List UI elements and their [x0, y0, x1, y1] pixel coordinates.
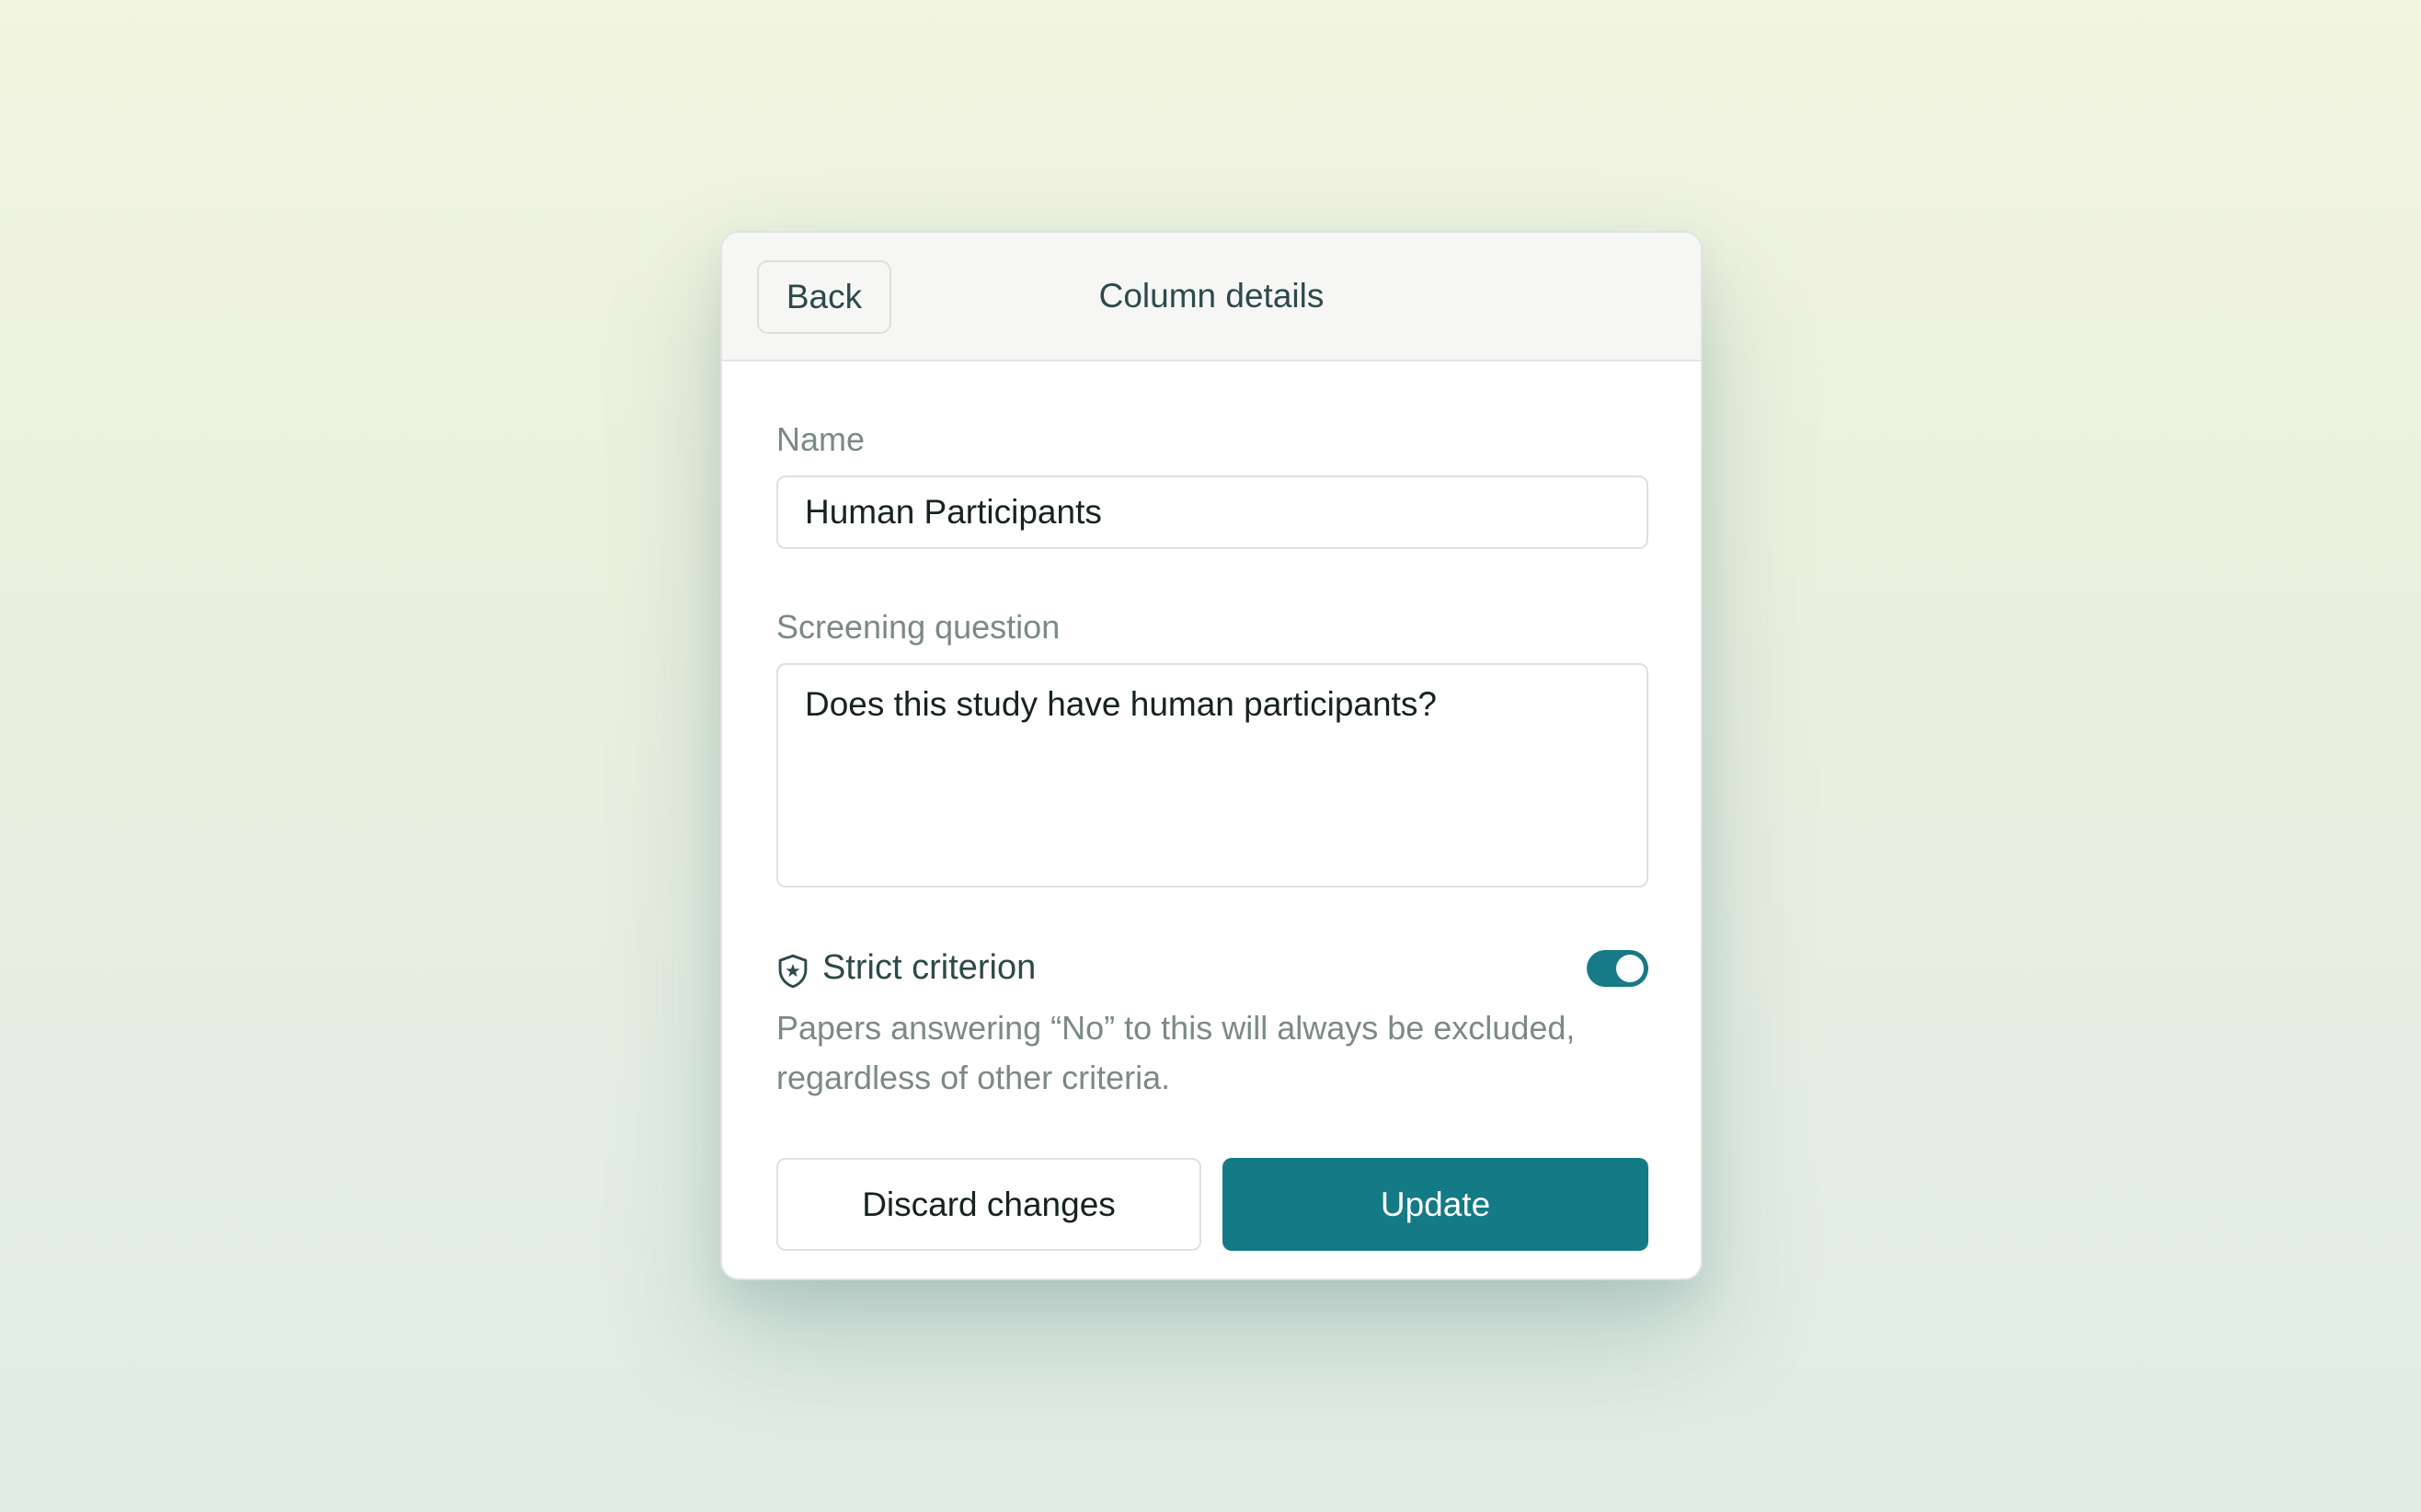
strict-criterion-label: Strict criterion	[822, 948, 1037, 987]
strict-criterion-description: Papers answering “No” to this will alway…	[776, 1009, 1576, 1096]
update-button[interactable]: Update	[1222, 1158, 1648, 1251]
page-title: Column details	[1098, 277, 1325, 315]
column-details-panel: Back Column details Name Screening quest…	[720, 231, 1703, 1280]
strict-criterion-toggle[interactable]	[1587, 950, 1648, 987]
toggle-knob	[1616, 955, 1644, 982]
strict-criterion-row: Strict criterion	[776, 946, 1648, 992]
name-input[interactable]	[776, 475, 1648, 549]
screening-question-textarea[interactable]: Does this study have human participants?	[776, 663, 1648, 888]
screening-question-label: Screening question	[776, 608, 1061, 646]
discard-changes-button[interactable]: Discard changes	[776, 1158, 1201, 1251]
name-label: Name	[776, 420, 866, 458]
panel-header: Back Column details	[722, 233, 1701, 361]
shield-star-icon	[778, 954, 808, 989]
